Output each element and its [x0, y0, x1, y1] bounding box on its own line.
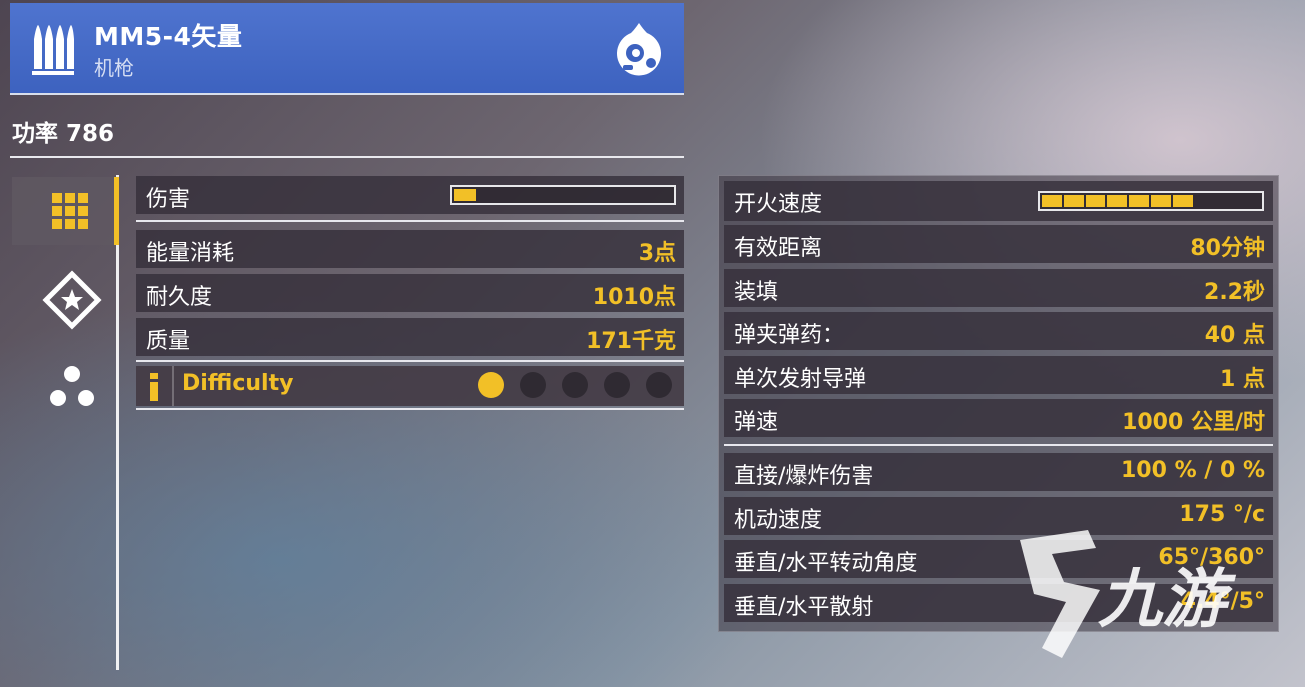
stat-value: 40 点 [1204, 323, 1265, 349]
difficulty-dot-empty [604, 372, 630, 398]
fire-rate-segment [1042, 195, 1062, 207]
stat-label: 机动速度 [734, 507, 823, 533]
stat-value: 1010点 [592, 285, 676, 310]
stat-label: 开火速度 [734, 192, 823, 217]
fire-rate-segment [1085, 195, 1106, 207]
difficulty-label: Difficulty [182, 371, 294, 396]
stat-label: 质量 [146, 329, 191, 354]
stat-value: 2.2秒 [1204, 279, 1265, 305]
stat-label: 弹夹弹药： [734, 323, 845, 349]
power-label: 功率 786 [12, 121, 115, 147]
weapon-name: MM5-4矢量 [94, 22, 243, 51]
stat-row: 弹速 1000 公里/时 [724, 399, 1273, 438]
stat-row-damage: 伤害 [136, 176, 684, 214]
active-tab-indicator [114, 177, 119, 245]
difficulty-dot-empty [520, 372, 546, 398]
ammo-icon [32, 25, 74, 75]
stat-row: 耐久度 1010点 [136, 274, 684, 312]
fire-rate-segment [1063, 195, 1084, 207]
stat-label: 垂直/水平转动角度 [734, 551, 918, 577]
difficulty-row: Difficulty [136, 366, 684, 406]
weapon-class: 机枪 [94, 56, 134, 80]
stat-label: 耐久度 [146, 285, 213, 310]
stat-value: 3点 [638, 241, 676, 266]
stat-label: 伤害 [146, 187, 191, 212]
stat-row: 质量 171千克 [136, 318, 684, 356]
tab-modules[interactable] [12, 266, 116, 334]
stat-row: 直接/爆炸伤害 100 % / 0 % [724, 453, 1273, 491]
fire-rate-segment [1172, 195, 1193, 207]
sidebar-divider [116, 175, 119, 670]
difficulty-dot-empty [562, 372, 588, 398]
stat-label: 直接/爆炸伤害 [734, 464, 874, 489]
stat-row: 机动速度 175 °/c [724, 496, 1273, 535]
stat-label: 垂直/水平散射 [734, 594, 874, 620]
stat-row-fire-rate: 开火速度 [724, 181, 1273, 221]
power-row: 功率 786 [10, 110, 684, 158]
difficulty-dot-filled [478, 372, 504, 398]
stat-value: 171千克 [586, 329, 676, 354]
stat-row: 有效距离 80分钟 [724, 225, 1273, 263]
stat-value: 175 °/c [1179, 501, 1265, 527]
stat-label: 单次发射导弹 [734, 366, 867, 392]
stat-row: 能量消耗 3点 [136, 230, 684, 268]
stat-row: 弹夹弹药： 40 点 [724, 312, 1273, 351]
stat-label: 能量消耗 [146, 241, 235, 266]
three-dots-icon [50, 366, 94, 406]
grid-icon [52, 193, 88, 229]
divider [136, 220, 684, 222]
watermark-text: 九游 [1098, 563, 1226, 637]
stat-label: 有效距离 [734, 236, 823, 261]
faction-drop-icon [617, 23, 661, 76]
fire-rate-segment [1129, 195, 1149, 207]
difficulty-dot-empty [646, 372, 672, 398]
divider [136, 360, 684, 362]
fire-rate-bar [1038, 191, 1264, 211]
stat-label: 弹速 [734, 410, 779, 436]
info-icon [150, 373, 158, 401]
stat-label: 装填 [734, 279, 779, 305]
fire-rate-segment [1107, 195, 1128, 207]
divider [172, 366, 174, 406]
stat-row: 装填 2.2秒 [724, 268, 1273, 307]
stat-row: 单次发射导弹 1 点 [724, 355, 1273, 394]
damage-bar [450, 185, 676, 205]
divider [724, 444, 1273, 446]
damage-bar-fill [454, 189, 476, 201]
tab-stats[interactable] [12, 177, 116, 245]
weapon-header: MM5-4矢量 机枪 [10, 3, 684, 95]
fire-rate-segment [1151, 195, 1171, 207]
stat-value: 1000 公里/时 [1122, 410, 1265, 436]
divider [136, 408, 684, 410]
tab-group[interactable] [12, 356, 116, 424]
star-diamond-icon [42, 270, 102, 330]
stat-value: 1 点 [1220, 366, 1265, 392]
stat-value: 100 % / 0 % [1121, 458, 1265, 483]
stat-value: 80分钟 [1190, 236, 1265, 261]
